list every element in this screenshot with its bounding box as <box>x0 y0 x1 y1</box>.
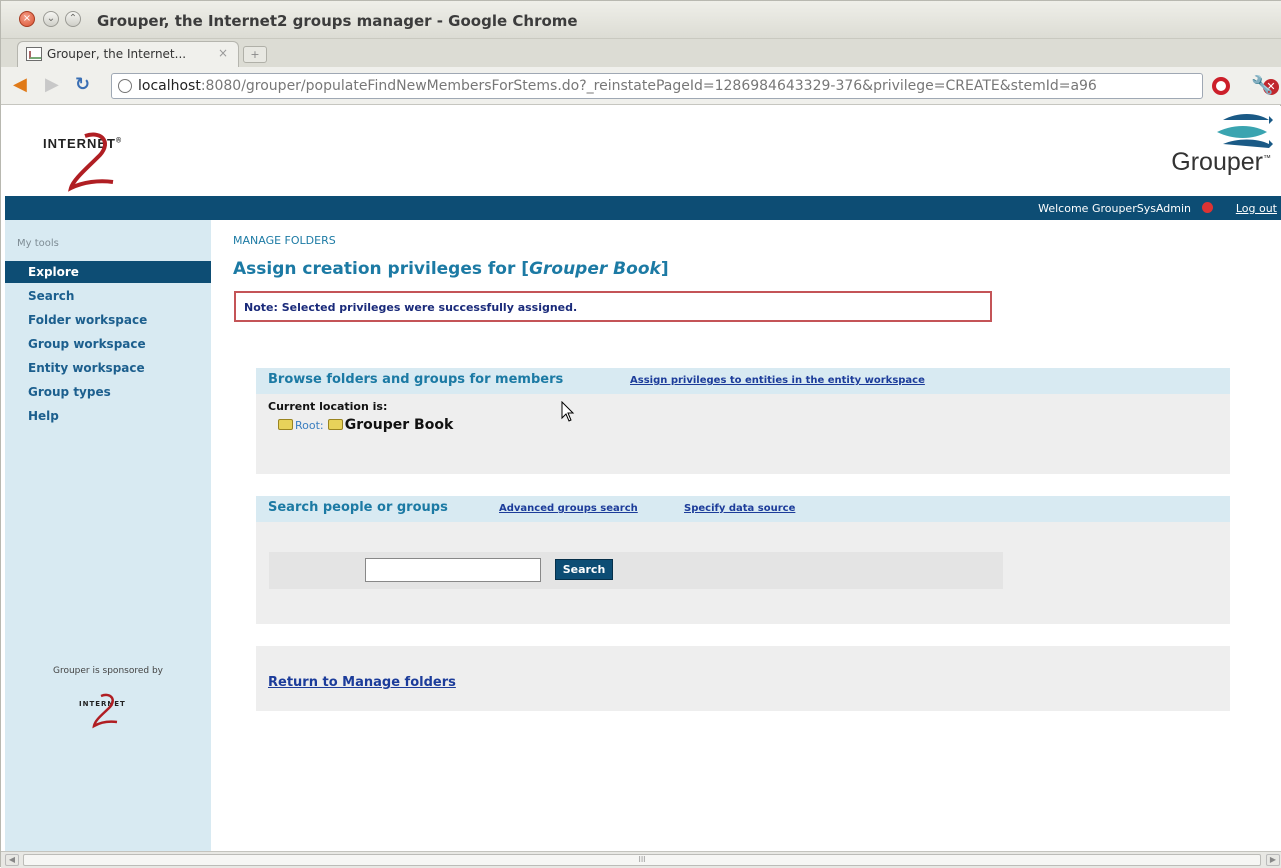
back-button[interactable]: ◀ <box>13 76 27 94</box>
search-form: Search <box>269 552 1003 589</box>
tab-close-icon[interactable]: × <box>218 46 228 60</box>
folder-icon <box>327 419 343 430</box>
browse-panel-title: Browse folders and groups for members <box>268 372 564 387</box>
sidebar-item-explore[interactable]: Explore <box>5 261 211 283</box>
logout-icon[interactable] <box>1202 202 1213 213</box>
tab-grouper[interactable]: Grouper, the Internet... × <box>17 41 239 67</box>
url-text[interactable]: localhost:8080/grouper/populateFindNewMe… <box>138 78 1168 94</box>
tab-strip: Grouper, the Internet... × + <box>1 39 1281 67</box>
logout-link[interactable]: Log out <box>1236 202 1277 215</box>
sidebar-item-help[interactable]: Help <box>5 405 211 427</box>
sponsored-text: Grouper is sponsored by <box>52 666 163 676</box>
reload-button[interactable]: ↻ <box>75 76 90 94</box>
page-content: INTERNET® Grouper™ Welcome GrouperSysAdm… <box>5 106 1281 852</box>
favicon-icon <box>26 47 42 61</box>
grouper-logo: Grouper™ <box>1153 112 1273 192</box>
page-title: Assign creation privileges for [Grouper … <box>233 259 669 279</box>
breadcrumb: MANAGE FOLDERS <box>233 234 336 247</box>
advanced-groups-search-link[interactable]: Advanced groups search <box>499 503 638 514</box>
entity-workspace-link[interactable]: Assign privileges to entities in the ent… <box>630 375 925 386</box>
address-bar[interactable]: localhost:8080/grouper/populateFindNewMe… <box>111 73 1279 99</box>
sidebar-item-group-types[interactable]: Group types <box>5 381 211 403</box>
sidebar-item-group-workspace[interactable]: Group workspace <box>5 333 211 355</box>
page-info-icon[interactable] <box>118 79 132 93</box>
tab-label: Grouper, the Internet... <box>47 47 187 61</box>
extension-icon[interactable] <box>1212 77 1230 95</box>
sidebar-section-title: My tools <box>17 238 59 249</box>
top-nav-bar: Welcome GrouperSysAdmin Log out <box>5 196 1281 220</box>
scroll-right-icon[interactable]: ▶ <box>1266 854 1280 866</box>
window-maximize-button[interactable]: ⌃ <box>65 11 81 27</box>
new-tab-button[interactable]: + <box>243 46 267 63</box>
specify-data-source-link[interactable]: Specify data source <box>684 503 795 514</box>
sidebar: My tools Explore Search Folder workspace… <box>5 220 211 852</box>
location-path: Root: Grouper Book <box>278 417 453 433</box>
search-panel: Search people or groups Advanced groups … <box>256 496 1230 624</box>
browser-toolbar: ◀ ▶ ↻ localhost:8080/grouper/populateFin… <box>1 67 1281 105</box>
wrench-icon[interactable]: 🔧 <box>1251 75 1273 96</box>
internet2-logo[interactable]: INTERNET® <box>43 124 153 194</box>
browser-window: × ⌄ ⌃ Grouper, the Internet2 groups mana… <box>0 0 1281 868</box>
url-host: localhost <box>138 78 201 94</box>
window-close-button[interactable]: × <box>19 11 35 27</box>
grouper-logo-text: Grouper™ <box>1171 148 1271 176</box>
success-note-text: Note: Selected privileges were successfu… <box>244 301 578 314</box>
title-bar: × ⌄ ⌃ Grouper, the Internet2 groups mana… <box>1 1 1281 39</box>
url-path: :8080/grouper/populateFindNewMembersForS… <box>200 78 1097 94</box>
return-panel: Return to Manage folders <box>256 646 1230 711</box>
sidebar-item-entity-workspace[interactable]: Entity workspace <box>5 357 211 379</box>
sidebar-item-folder-workspace[interactable]: Folder workspace <box>5 309 211 331</box>
sidebar-item-search[interactable]: Search <box>5 285 211 307</box>
scrollbar-thumb[interactable]: III <box>23 854 1261 866</box>
search-input[interactable] <box>365 558 541 582</box>
sponsor-swoosh-icon <box>92 693 118 729</box>
folder-icon <box>278 419 293 430</box>
internet2-swoosh-icon <box>67 132 114 192</box>
forward-button[interactable]: ▶ <box>45 76 59 94</box>
success-note: Note: Selected privileges were successfu… <box>234 291 992 322</box>
return-to-manage-folders-link[interactable]: Return to Manage folders <box>268 675 456 690</box>
current-location-label: Current location is: <box>268 400 388 413</box>
welcome-text: Welcome GrouperSysAdmin <box>1038 202 1191 215</box>
browse-panel: Browse folders and groups for members As… <box>256 368 1230 474</box>
sponsor-internet2-logo[interactable]: INTERNET <box>79 690 139 730</box>
scroll-left-icon[interactable]: ◀ <box>5 854 19 866</box>
horizontal-scrollbar[interactable]: ◀ III ▶ <box>1 851 1281 868</box>
window-title: Grouper, the Internet2 groups manager - … <box>97 12 578 30</box>
browse-panel-header: Browse folders and groups for members As… <box>256 368 1230 394</box>
root-link[interactable]: Root: <box>295 419 324 432</box>
window-minimize-button[interactable]: ⌄ <box>43 11 59 27</box>
search-button[interactable]: Search <box>555 559 613 580</box>
search-panel-header: Search people or groups Advanced groups … <box>256 496 1230 522</box>
search-panel-title: Search people or groups <box>268 500 448 515</box>
mouse-cursor-icon <box>561 401 575 422</box>
grouper-fish-icon <box>1217 114 1273 148</box>
current-folder: Grouper Book <box>344 417 454 433</box>
